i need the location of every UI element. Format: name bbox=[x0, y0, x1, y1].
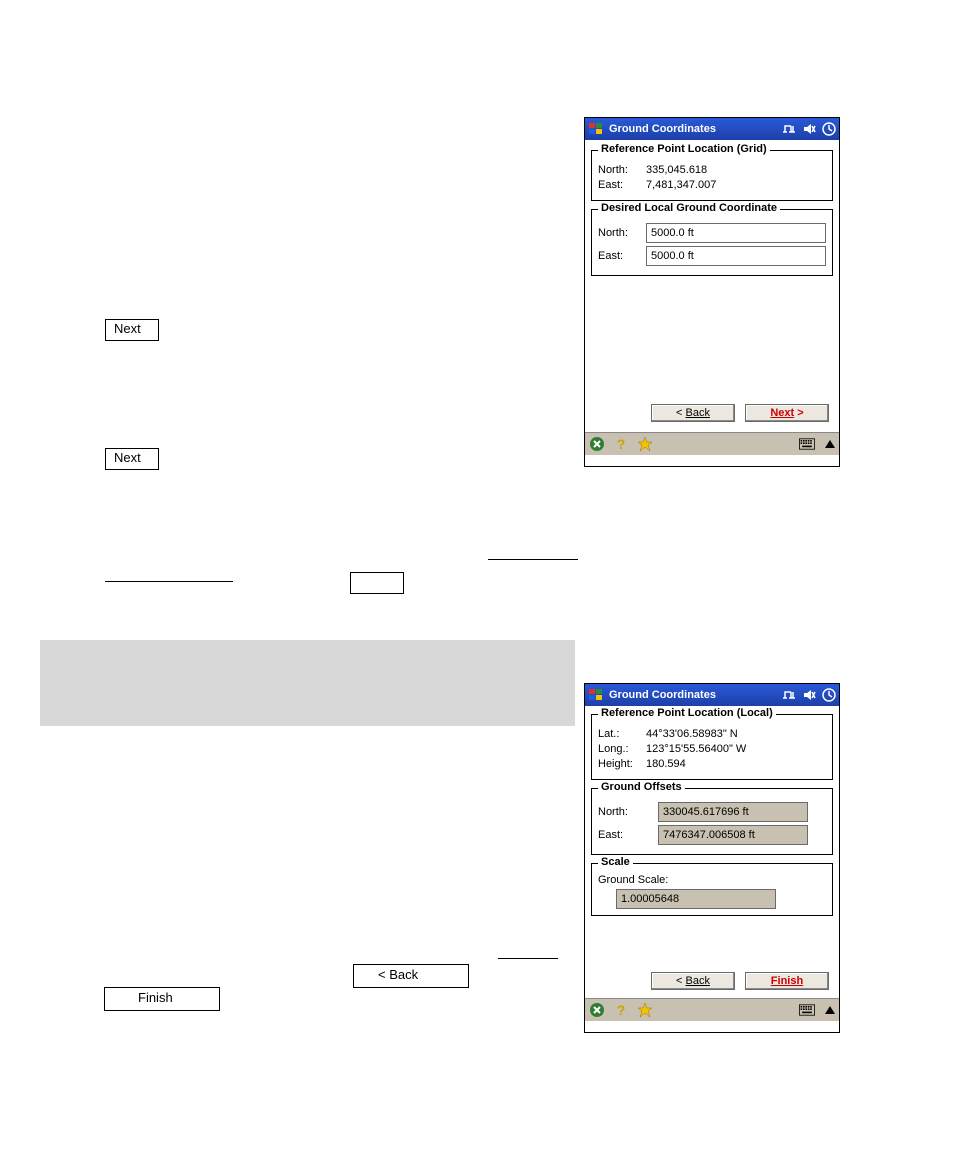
title-text: Ground Coordinates bbox=[609, 123, 716, 135]
doc-underline-1 bbox=[105, 580, 233, 582]
device-body: Reference Point Location (Grid) North: 3… bbox=[585, 140, 839, 432]
group-reference-grid: Reference Point Location (Grid) North: 3… bbox=[591, 150, 833, 201]
doc-underline-3 bbox=[498, 957, 558, 959]
speaker-icon[interactable] bbox=[801, 687, 817, 703]
row-north: North: 335,045.618 bbox=[598, 164, 826, 176]
value-long: 123°15'55.56400" W bbox=[646, 743, 826, 755]
group-legend: Reference Point Location (Grid) bbox=[598, 143, 770, 155]
doc-box-nextC bbox=[350, 572, 404, 594]
back-button[interactable]: < Back bbox=[651, 972, 735, 990]
back-button-label: Back bbox=[686, 407, 710, 419]
star-icon[interactable] bbox=[637, 1002, 653, 1018]
clock-icon[interactable] bbox=[821, 121, 837, 137]
device-screenshot-a: Ground Coordinates Reference Point Locat… bbox=[584, 117, 840, 467]
label-ground-scale: Ground Scale: bbox=[598, 874, 826, 886]
value-east: 7,481,347.007 bbox=[646, 179, 826, 191]
row-north: North: 330045.617696 ft bbox=[598, 802, 826, 822]
finish-button[interactable]: Finish bbox=[745, 972, 829, 990]
titlebar: Ground Coordinates bbox=[585, 684, 839, 706]
value-east: 7476347.006508 ft bbox=[658, 825, 808, 845]
value-ground-scale: 1.00005648 bbox=[616, 889, 776, 909]
row-lat: Lat.: 44°33'06.58983" N bbox=[598, 728, 826, 740]
label-long: Long.: bbox=[598, 743, 646, 755]
label-north: North: bbox=[598, 806, 658, 818]
label-north: North: bbox=[598, 227, 646, 239]
next-button[interactable]: Next > bbox=[745, 404, 829, 422]
doc-text-back: < Back bbox=[378, 967, 418, 982]
group-scale: Scale Ground Scale: 1.00005648 bbox=[591, 863, 833, 916]
doc-text-nextB: Next bbox=[114, 450, 141, 465]
svg-text:?: ? bbox=[617, 436, 626, 452]
device-screenshot-b: Ground Coordinates Reference Point Locat… bbox=[584, 683, 840, 1033]
back-button[interactable]: < Back bbox=[651, 404, 735, 422]
close-icon[interactable] bbox=[589, 1002, 605, 1018]
group-reference-local: Reference Point Location (Local) Lat.: 4… bbox=[591, 714, 833, 780]
row-height: Height: 180.594 bbox=[598, 758, 826, 770]
group-legend: Scale bbox=[598, 856, 633, 868]
input-east[interactable]: 5000.0 ft bbox=[646, 246, 826, 266]
help-icon[interactable]: ? bbox=[613, 1002, 629, 1018]
label-height: Height: bbox=[598, 758, 646, 770]
value-height: 180.594 bbox=[646, 758, 826, 770]
row-east: East: 7,481,347.007 bbox=[598, 179, 826, 191]
windows-flag-icon bbox=[587, 686, 605, 704]
close-icon[interactable] bbox=[589, 436, 605, 452]
button-row: < Back Finish bbox=[589, 968, 835, 996]
value-lat: 44°33'06.58983" N bbox=[646, 728, 826, 740]
up-arrow-icon[interactable] bbox=[825, 440, 835, 448]
star-icon[interactable] bbox=[637, 436, 653, 452]
group-ground-offsets: Ground Offsets North: 330045.617696 ft E… bbox=[591, 788, 833, 855]
keyboard-icon[interactable] bbox=[799, 436, 815, 452]
help-icon[interactable]: ? bbox=[613, 436, 629, 452]
speaker-icon[interactable] bbox=[801, 121, 817, 137]
row-long: Long.: 123°15'55.56400" W bbox=[598, 743, 826, 755]
doc-text-nextA: Next bbox=[114, 321, 141, 336]
value-north: 335,045.618 bbox=[646, 164, 826, 176]
svg-text:?: ? bbox=[617, 1002, 626, 1018]
doc-gray-band bbox=[40, 640, 575, 726]
button-row: < Back Next > bbox=[589, 400, 835, 428]
label-east: East: bbox=[598, 179, 646, 191]
group-legend: Reference Point Location (Local) bbox=[598, 707, 776, 719]
doc-underline-2 bbox=[488, 558, 578, 560]
connectivity-icon[interactable] bbox=[781, 121, 797, 137]
finish-button-label: Finish bbox=[771, 975, 803, 987]
label-north: North: bbox=[598, 164, 646, 176]
row-north-input: North: 5000.0 ft bbox=[598, 223, 826, 243]
windows-flag-icon bbox=[587, 120, 605, 138]
device-body: Reference Point Location (Local) Lat.: 4… bbox=[585, 706, 839, 998]
title-text: Ground Coordinates bbox=[609, 689, 716, 701]
input-north[interactable]: 5000.0 ft bbox=[646, 223, 826, 243]
back-button-label: Back bbox=[686, 975, 710, 987]
doc-text-finish: Finish bbox=[138, 990, 173, 1005]
label-east: East: bbox=[598, 829, 658, 841]
value-north: 330045.617696 ft bbox=[658, 802, 808, 822]
statusbar: ? bbox=[585, 998, 839, 1021]
row-east-input: East: 5000.0 ft bbox=[598, 246, 826, 266]
group-legend: Desired Local Ground Coordinate bbox=[598, 202, 780, 214]
row-east: East: 7476347.006508 ft bbox=[598, 825, 826, 845]
statusbar: ? bbox=[585, 432, 839, 455]
label-lat: Lat.: bbox=[598, 728, 646, 740]
clock-icon[interactable] bbox=[821, 687, 837, 703]
group-legend: Ground Offsets bbox=[598, 781, 685, 793]
keyboard-icon[interactable] bbox=[799, 1002, 815, 1018]
next-button-label: Next bbox=[770, 407, 794, 419]
up-arrow-icon[interactable] bbox=[825, 1006, 835, 1014]
label-east: East: bbox=[598, 250, 646, 262]
connectivity-icon[interactable] bbox=[781, 687, 797, 703]
titlebar: Ground Coordinates bbox=[585, 118, 839, 140]
group-desired-local: Desired Local Ground Coordinate North: 5… bbox=[591, 209, 833, 276]
